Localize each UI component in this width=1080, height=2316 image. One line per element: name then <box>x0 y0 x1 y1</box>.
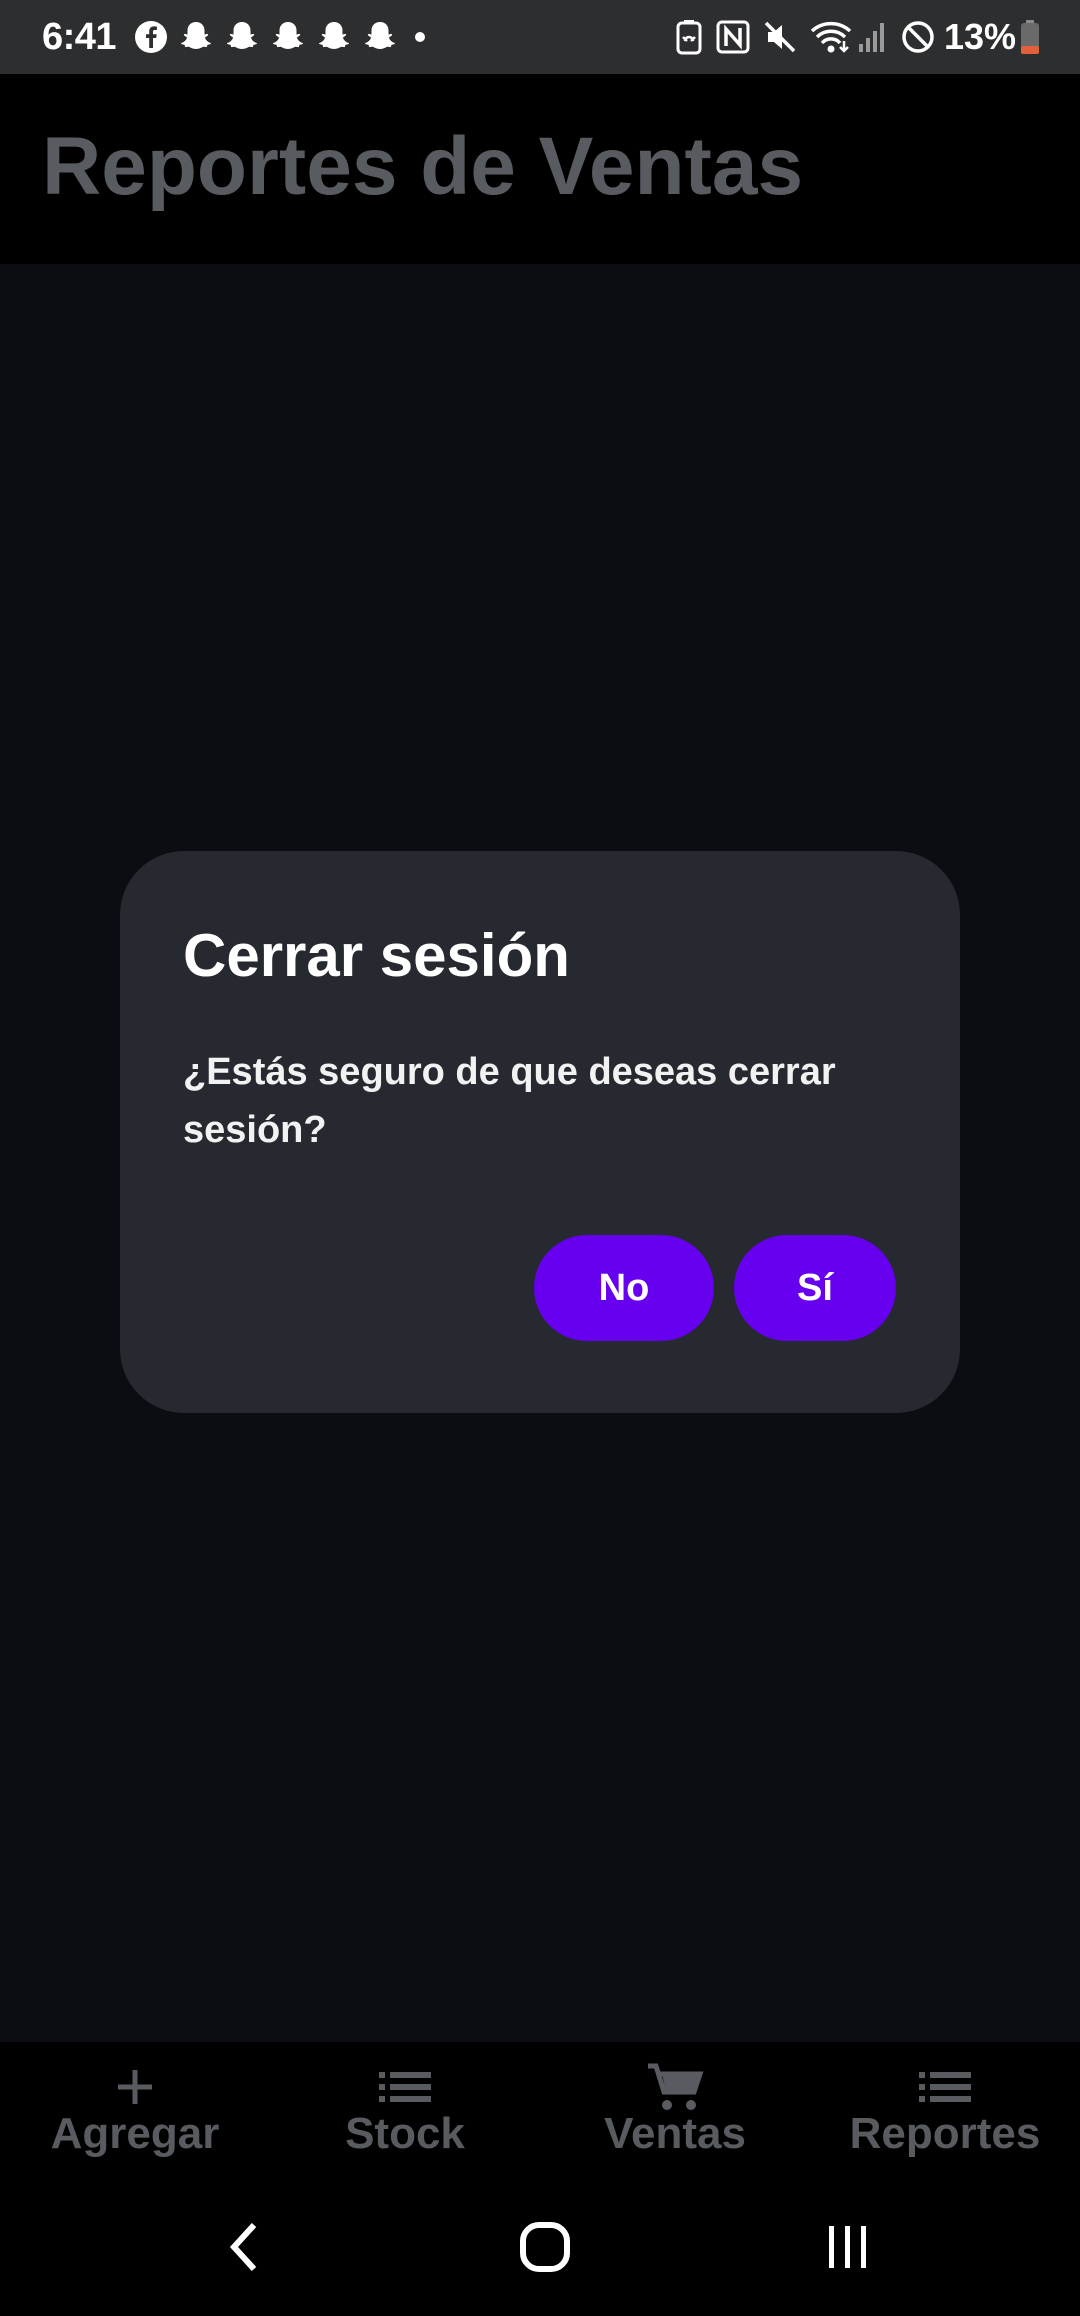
list-icon <box>919 2064 971 2110</box>
battery-icon <box>1020 19 1040 55</box>
snapchat-icon <box>362 19 398 55</box>
dialog-message: ¿Estás seguro de que deseas cerrar sesió… <box>183 1051 836 1151</box>
no-button[interactable]: No <box>534 1235 714 1341</box>
signal-icon <box>858 20 888 54</box>
yes-button[interactable]: Sí <box>734 1235 896 1341</box>
notification-icons <box>134 19 426 55</box>
nav-label: Stock <box>345 2109 465 2158</box>
more-dot-icon <box>414 31 426 43</box>
nav-label: Ventas <box>604 2109 746 2158</box>
snapchat-icon <box>316 19 352 55</box>
facebook-icon <box>134 20 168 54</box>
nav-item-stock[interactable]: Stock <box>305 2042 505 2182</box>
snapchat-icon <box>270 19 306 55</box>
back-icon[interactable] <box>214 2202 274 2292</box>
app-bar: Reportes de Ventas <box>0 74 1080 264</box>
snapchat-icon <box>178 19 214 55</box>
home-icon[interactable] <box>510 2202 580 2292</box>
status-bar: 6:41 13% <box>0 0 1080 74</box>
list-icon <box>379 2064 431 2110</box>
nfc-icon <box>716 20 750 54</box>
dialog-title: Cerrar sesión <box>183 922 570 989</box>
system-navigation-bar <box>0 2182 1080 2316</box>
battery-percent: 13% <box>943 16 1016 57</box>
nav-item-agregar[interactable]: Agregar <box>35 2042 235 2182</box>
status-time: 6:41 <box>42 15 117 58</box>
nav-label: Agregar <box>50 2109 220 2158</box>
logout-dialog: Cerrar sesión ¿Estás seguro de que desea… <box>120 851 960 1413</box>
cart-icon <box>646 2063 704 2110</box>
battery-saver-icon <box>674 19 704 55</box>
nav-label: Reportes <box>849 2109 1041 2158</box>
snapchat-icon <box>224 19 260 55</box>
plus-icon <box>115 2064 155 2110</box>
bottom-navigation: Agregar Stock Ventas Reportes <box>0 2042 1080 2182</box>
nav-item-reportes[interactable]: Reportes <box>845 2042 1045 2182</box>
wifi-icon <box>810 19 854 55</box>
nav-item-ventas[interactable]: Ventas <box>575 2042 775 2182</box>
do-not-disturb-icon <box>900 19 936 55</box>
recents-icon[interactable] <box>818 2202 878 2292</box>
system-status-icons: 13% <box>674 16 1040 58</box>
mute-icon <box>762 19 798 55</box>
page-title: Reportes de Ventas <box>42 121 804 212</box>
